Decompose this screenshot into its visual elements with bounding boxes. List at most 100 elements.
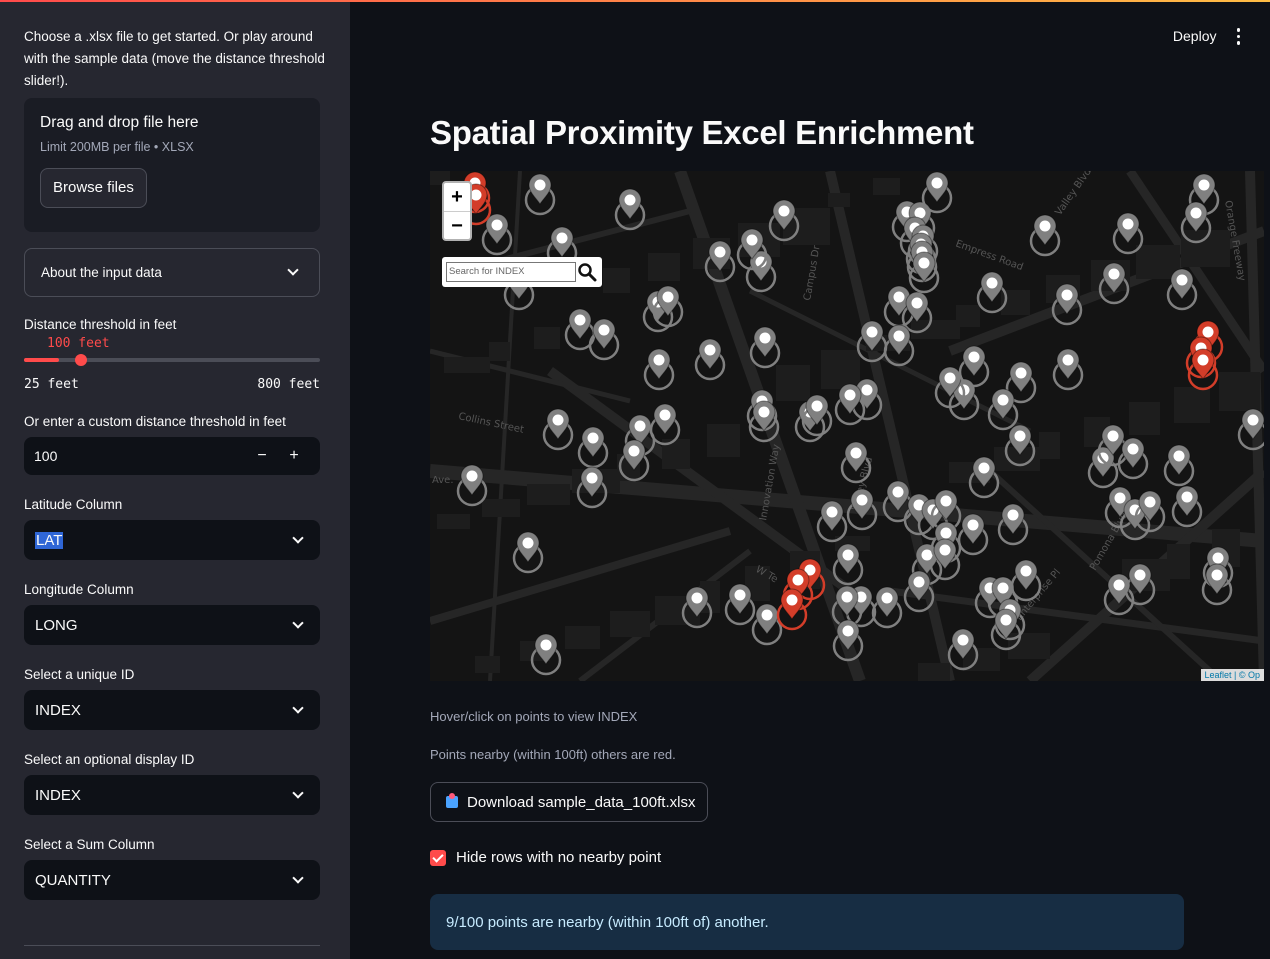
map-street-label: Empress Road [954,238,1025,273]
decrement-button[interactable]: − [246,447,278,465]
unique-id-label: Select a unique ID [24,667,135,682]
hide-rows-checkbox[interactable]: Hide rows with no nearby point [430,849,661,866]
map-canvas[interactable]: Collins StreetAve. Valley BlvdPomona Blvd… [430,171,1264,681]
map-building [1129,402,1160,435]
uploader-title: Drag and drop file here [40,114,199,131]
map-marker[interactable] [1171,485,1203,528]
distance-threshold-label: Distance threshold in feet [24,317,177,332]
info-alert-text: 9/100 points are nearby (within 100ft of… [446,913,769,931]
map-street-label: Campus Dr [802,244,823,302]
map-marker[interactable] [512,531,544,574]
page-title: Spatial Proximity Excel Enrichment [430,114,974,151]
map-building [776,365,810,401]
map-marker[interactable] [1166,268,1198,311]
select-value: QUANTITY [35,871,111,889]
map-building [1219,372,1260,411]
slider-max-label: 800 feet [257,377,320,392]
map-building [707,424,740,457]
map-attribution[interactable]: Leaflet | © Op [1200,669,1264,681]
custom-threshold-label: Or enter a custom distance threshold in … [24,414,286,429]
map-building [648,253,680,281]
map-building [956,305,980,327]
slider-current-value: 100 feet [47,336,110,351]
zoom-in-button[interactable]: + [444,183,470,212]
latitude-column-select[interactable]: LAT [24,520,320,560]
zoom-out-button[interactable]: − [444,212,470,241]
map-marker[interactable] [751,603,783,646]
unique-id-select[interactable]: INDEX [24,690,320,730]
slider-fill [24,358,59,362]
map-marker[interactable] [649,403,681,446]
map-marker[interactable] [957,513,989,556]
chevron-down-icon [292,786,304,799]
map-panel[interactable]: Collins Street Ave. Valley Blvd Pomona Blvd… [430,171,1264,681]
inbox-tray-icon [446,793,458,808]
map-marker[interactable] [577,426,609,469]
map-building [1167,544,1190,579]
map-marker[interactable] [724,583,756,626]
map-building [911,320,960,339]
about-input-data-expander[interactable]: About the input data [24,248,320,297]
search-icon[interactable] [576,261,598,283]
map-search-control: Search for INDEX [442,257,602,287]
deploy-button[interactable]: Deploy [1173,28,1217,44]
map-marker[interactable] [1163,444,1195,487]
download-button[interactable]: Download sample_data_100ft.xlsx [430,782,709,822]
longitude-column-select[interactable]: LONG [24,605,320,645]
slider-track[interactable] [24,358,320,362]
longitude-column-label: Longitude Column [24,582,134,597]
display-id-select[interactable]: INDEX [24,775,320,815]
chevron-down-icon [292,531,304,544]
hover-caption: Hover/click on points to view INDEX [430,709,638,724]
map-building [1181,230,1230,267]
zoom-control: + − [442,181,472,241]
map-building [821,350,860,389]
custom-threshold-input[interactable]: 100 − + [24,437,320,475]
map-marker[interactable] [542,408,574,451]
map-building [489,342,510,361]
custom-threshold-value[interactable]: 100 [34,448,246,464]
map-marker[interactable] [643,348,675,391]
expander-label: About the input data [41,265,162,280]
map-building [437,514,470,529]
map-marker[interactable] [1029,214,1061,257]
sum-column-select[interactable]: QUANTITY [24,860,320,900]
map-marker[interactable] [694,338,726,381]
map-marker[interactable] [524,173,556,216]
nearby-caption: Points nearby (within 100ft) others are … [430,747,676,762]
browse-files-button[interactable]: Browse files [40,168,147,208]
map-marker[interactable] [749,326,781,369]
sidebar-intro-text: Choose a .xlsx file to get started. Or p… [24,29,325,88]
slider-min-label: 25 feet [24,377,79,392]
checkbox-checked-icon[interactable] [430,849,446,866]
map-building [828,193,850,207]
map-marker[interactable] [871,586,903,629]
select-value: INDEX [35,786,81,804]
more-menu-icon[interactable] [1236,28,1240,45]
map-building [873,178,900,195]
map-building [527,484,570,505]
display-id-label: Select an optional display ID [24,752,195,767]
file-uploader-dropzone[interactable]: Drag and drop file here Limit 200MB per … [24,98,320,232]
slider-thumb[interactable] [74,354,87,366]
map-street-label: Collins Street [457,411,524,436]
select-value: INDEX [35,701,81,719]
map-marker[interactable] [1117,437,1149,480]
map-marker[interactable] [456,464,488,507]
chevron-down-icon [292,871,304,884]
map-building [475,656,500,673]
map-marker[interactable] [1052,348,1084,391]
map-building [482,499,520,517]
map-search-input[interactable]: Search for INDEX [446,262,576,282]
latitude-column-label: Latitude Column [24,497,123,512]
map-building [534,327,560,349]
sidebar: Choose a .xlsx file to get started. Or p… [0,2,350,959]
checkbox-label: Hide rows with no nearby point [456,849,662,866]
increment-button[interactable]: + [278,447,310,465]
sidebar-divider [24,945,320,946]
distance-threshold-slider[interactable]: 100 feet 25 feet 800 feet [24,332,320,392]
map-marker[interactable] [816,500,848,543]
map-street-label: Ave. [432,475,454,486]
map-building [444,357,490,373]
download-button-label: Download sample_data_100ft.xlsx [467,793,696,811]
